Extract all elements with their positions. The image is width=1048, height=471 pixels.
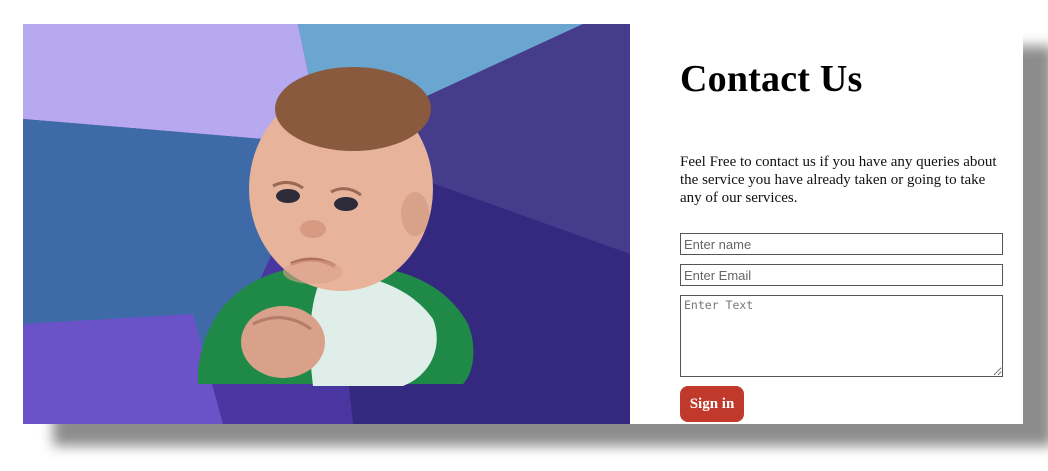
sign-in-button[interactable]: Sign in <box>680 386 744 422</box>
contact-panel: Contact Us Feel Free to contact us if yo… <box>680 24 1003 424</box>
contact-card: Contact Us Feel Free to contact us if yo… <box>23 24 1023 424</box>
contact-description: Feel Free to contact us if you have any … <box>680 154 997 206</box>
success-kid-photo <box>23 24 630 424</box>
page-title: Contact Us <box>680 58 863 100</box>
email-input[interactable] <box>680 264 1003 286</box>
message-textarea[interactable] <box>680 295 1003 377</box>
hero-image <box>23 24 630 424</box>
name-input[interactable] <box>680 233 1003 255</box>
